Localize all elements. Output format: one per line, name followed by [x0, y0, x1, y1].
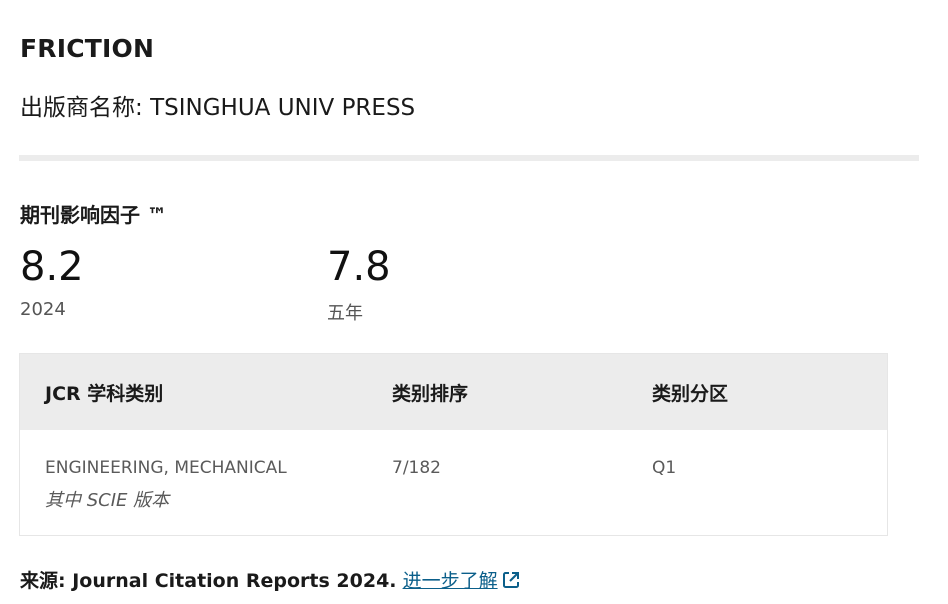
source-line: 来源: Journal Citation Reports 2024. 进一步了解: [20, 566, 521, 595]
header-rank: 类别排序: [392, 383, 469, 405]
learn-more-link[interactable]: 进一步了解: [403, 570, 521, 592]
five-year-impact-label: 五年: [327, 303, 363, 324]
publisher-label: 出版商名称:: [20, 95, 151, 121]
header-quartile: 类别分区: [652, 383, 729, 405]
external-link-icon: [501, 570, 521, 595]
journal-title: FRICTION: [20, 34, 155, 63]
learn-more-label: 进一步了解: [402, 570, 498, 592]
impact-factor-value: 8.2: [20, 244, 84, 290]
cell-rank: 7/182: [392, 458, 441, 478]
source-label: 来源:: [20, 570, 66, 592]
jcr-table-header: JCR 学科类别 类别排序 类别分区: [20, 354, 887, 430]
impact-factor-year: 2024: [20, 299, 66, 320]
divider: [19, 155, 919, 161]
header-category: JCR 学科类别: [45, 383, 164, 405]
cell-edition: 其中 SCIE 版本: [45, 490, 170, 511]
publisher-name: TSINGHUA UNIV PRESS: [150, 95, 416, 121]
publisher: 出版商名称: TSINGHUA UNIV PRESS: [20, 88, 415, 122]
five-year-impact-value: 7.8: [327, 244, 391, 290]
jcr-table: JCR 学科类别 类别排序 类别分区 ENGINEERING, MECHANIC…: [19, 353, 888, 536]
cell-category: ENGINEERING, MECHANICAL: [45, 458, 287, 478]
cell-quartile: Q1: [652, 458, 677, 478]
source-text: Journal Citation Reports 2024.: [65, 570, 397, 592]
impact-factor-title: 期刊影响因子 ™: [20, 203, 167, 227]
